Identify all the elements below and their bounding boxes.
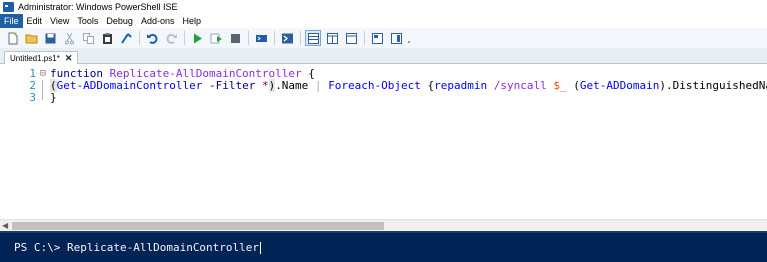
console-icon[interactable] <box>280 31 294 45</box>
copy-icon[interactable] <box>81 31 95 45</box>
code-line: 2 (Get-ADDomainController -Filter *).Nam… <box>0 79 767 92</box>
toolbar-separator <box>139 31 140 45</box>
toolbar-separator <box>274 31 275 45</box>
fold-toggle-icon[interactable]: ⊟ <box>36 68 50 80</box>
toolbar-separator <box>300 31 301 45</box>
title-bar: Administrator: Windows PowerShell ISE <box>0 0 767 14</box>
script-pane-maximized-icon[interactable] <box>344 31 358 45</box>
toolbar-separator <box>364 31 365 45</box>
cut-icon[interactable] <box>62 31 76 45</box>
tab-label: Untitled1.ps1* <box>10 53 60 63</box>
code-text[interactable]: } <box>50 92 57 104</box>
run-icon[interactable] <box>190 31 204 45</box>
code-token: } <box>50 91 57 104</box>
scrollbar-thumb[interactable] <box>12 222 384 230</box>
code-token: /syncall <box>487 79 554 92</box>
menu-bar: File Edit View Tools Debug Add-ons Help <box>0 14 767 28</box>
save-icon[interactable] <box>43 31 57 45</box>
menu-debug[interactable]: Debug <box>102 14 137 28</box>
code-token: $_ <box>553 79 567 92</box>
code-token: -Filter <box>208 79 256 92</box>
code-token: .Name <box>275 79 309 92</box>
powershell-ise-icon <box>3 2 14 12</box>
text-caret <box>260 242 262 254</box>
scroll-left-icon[interactable]: ◀ <box>2 221 8 230</box>
toolbar-separator <box>248 31 249 45</box>
window-title: Administrator: Windows PowerShell ISE <box>18 2 178 12</box>
horizontal-scrollbar[interactable]: ◀ <box>0 219 767 231</box>
toolbar-separator <box>184 31 185 45</box>
close-icon[interactable]: ✕ <box>65 53 73 64</box>
remote-powershell-icon[interactable] <box>254 31 268 45</box>
menu-help[interactable]: Help <box>178 14 205 28</box>
code-token: Get-ADDomainController <box>56 79 203 92</box>
open-icon[interactable] <box>24 31 38 45</box>
redo-icon[interactable] <box>164 31 178 45</box>
menu-view[interactable]: View <box>46 14 73 28</box>
script-editor[interactable]: 1 ⊟ function Replicate-AllDomainControll… <box>0 64 767 219</box>
code-line: 3 } <box>0 91 57 104</box>
code-token: Get-ADDomain <box>579 79 660 92</box>
console-pane[interactable]: PS C:\> Replicate-AllDomainController <box>0 231 767 262</box>
code-text[interactable]: (Get-ADDomainController -Filter *).Name … <box>50 79 767 92</box>
overflow-icon[interactable] <box>406 31 412 45</box>
toolbar <box>0 28 767 48</box>
show-command-icon[interactable] <box>370 31 384 45</box>
console-prompt: PS C:\> <box>14 241 67 254</box>
code-token: repadmin <box>434 79 488 92</box>
menu-edit[interactable]: Edit <box>23 14 47 28</box>
paste-icon[interactable] <box>100 31 114 45</box>
script-pane-right-icon[interactable] <box>325 31 339 45</box>
clear-console-icon[interactable] <box>119 31 133 45</box>
tab-untitled1[interactable]: Untitled1.ps1* ✕ <box>4 51 79 64</box>
menu-tools[interactable]: Tools <box>73 14 102 28</box>
stop-icon[interactable] <box>228 31 242 45</box>
line-number: 3 <box>29 91 36 104</box>
menu-add-ons[interactable]: Add-ons <box>137 14 179 28</box>
console-input[interactable]: Replicate-AllDomainController <box>67 241 259 254</box>
undo-icon[interactable] <box>145 31 159 45</box>
code-token: | <box>308 79 329 92</box>
code-token: { <box>420 79 435 92</box>
code-token: ( <box>566 79 580 92</box>
show-command-addon-icon[interactable] <box>389 31 403 45</box>
code-token: Foreach-Object <box>328 79 421 92</box>
code-token: ).DistinguishedName / <box>659 79 767 92</box>
console-input-line[interactable]: PS C:\> Replicate-AllDomainController <box>14 241 262 254</box>
code-token: * <box>261 79 269 92</box>
run-selection-icon[interactable] <box>209 31 223 45</box>
new-icon[interactable] <box>5 31 19 45</box>
script-tab-strip: Untitled1.ps1* ✕ <box>0 48 767 64</box>
menu-file[interactable]: File <box>0 14 23 28</box>
script-pane-top-icon[interactable] <box>305 30 321 46</box>
